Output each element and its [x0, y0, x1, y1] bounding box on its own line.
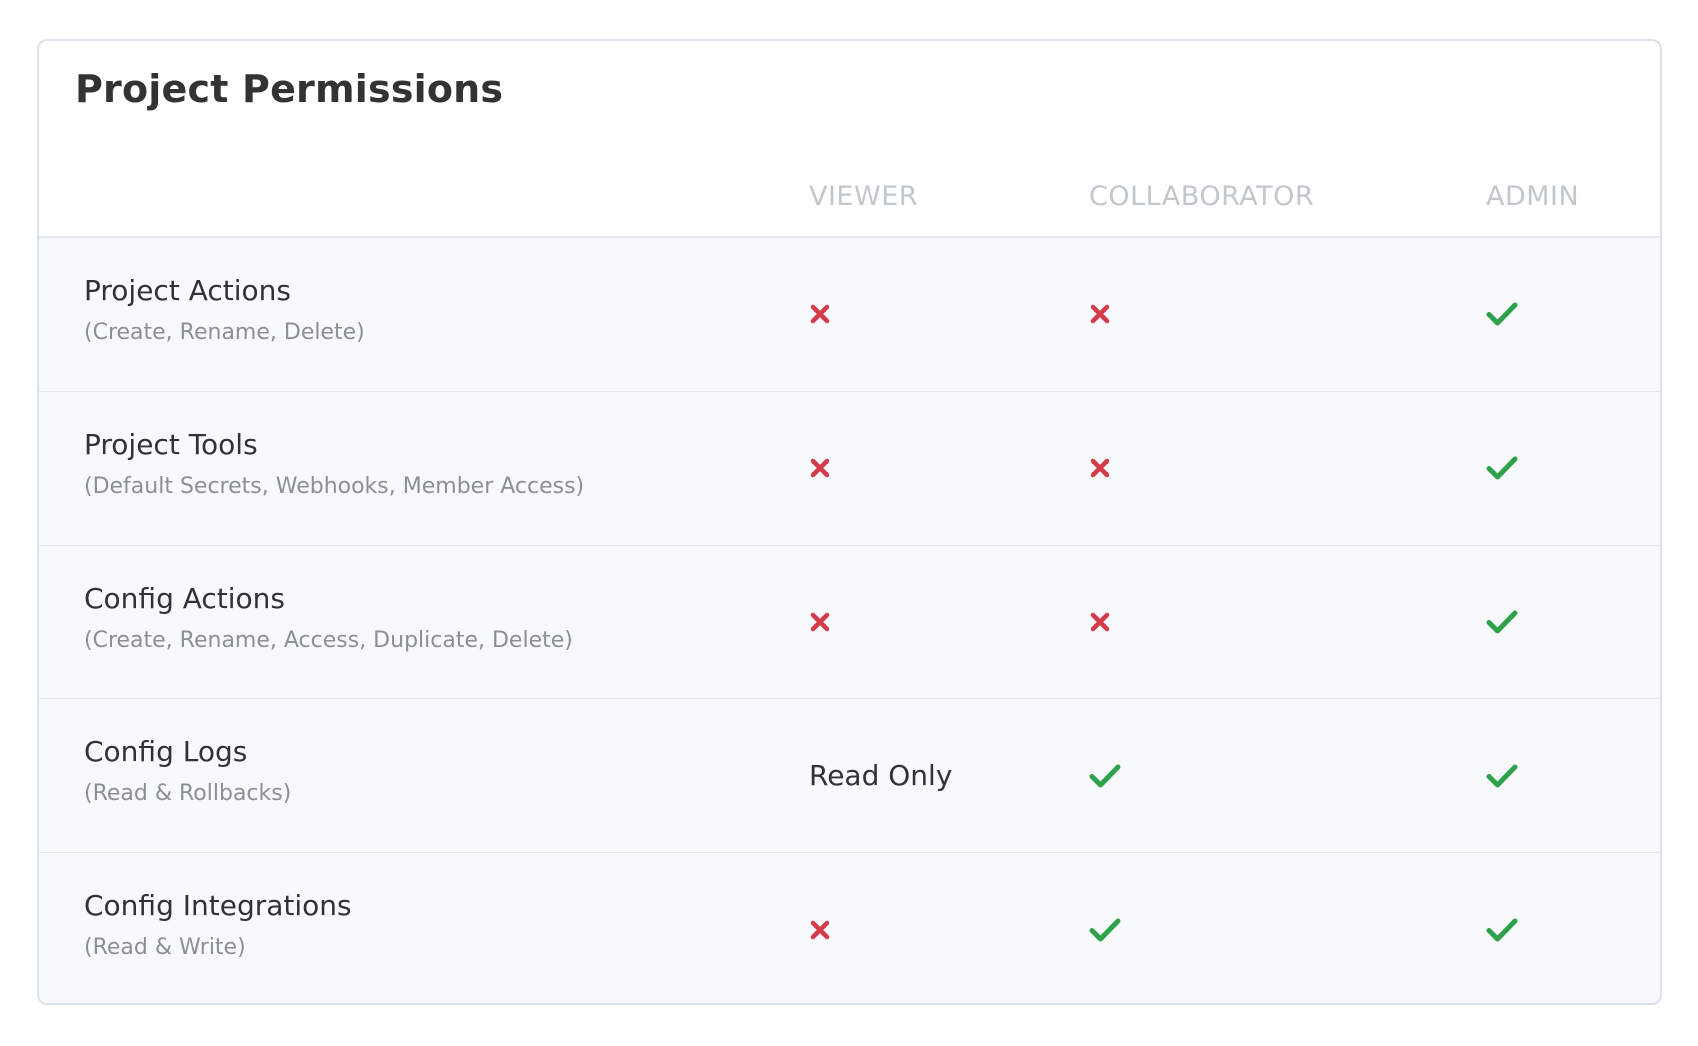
permission-name: Config Actions [84, 581, 286, 615]
collaborator-cell [1089, 238, 1111, 391]
collaborator-cell [1089, 392, 1111, 545]
permission-detail: (Create, Rename, Access, Duplicate, Dele… [84, 627, 573, 653]
check-icon [1486, 763, 1518, 789]
permission-row-config-logs: Config Logs (Read & Rollbacks) Read Only [39, 699, 1660, 854]
permission-name: Config Integrations [84, 889, 352, 923]
permissions-card: Project Permissions VIEWER COLLABORATOR … [37, 39, 1662, 1005]
admin-cell [1486, 546, 1518, 699]
collaborator-cell [1089, 699, 1121, 852]
viewer-cell [809, 853, 831, 1003]
admin-cell [1486, 853, 1518, 1003]
permission-text: Read Only [809, 759, 953, 793]
admin-cell [1486, 392, 1518, 545]
viewer-cell: Read Only [809, 699, 952, 852]
check-icon [1486, 455, 1518, 481]
permission-detail: (Read & Rollbacks) [84, 781, 292, 807]
viewer-cell [809, 546, 831, 699]
check-icon [1486, 609, 1518, 635]
check-icon [1089, 763, 1121, 789]
column-header-viewer: VIEWER [809, 181, 919, 212]
permission-detail: (Default Secrets, Webhooks, Member Acces… [84, 473, 585, 499]
cross-icon [809, 919, 831, 941]
check-icon [1089, 917, 1121, 943]
cross-icon [1089, 457, 1111, 479]
permission-name: Config Logs [84, 735, 248, 769]
permission-name: Project Actions [84, 274, 291, 307]
permission-row-config-actions: Config Actions (Create, Rename, Access, … [39, 545, 1660, 700]
permission-row-config-integrations: Config Integrations (Read & Write) [39, 853, 1660, 1003]
cross-icon [809, 611, 831, 633]
collaborator-cell [1089, 546, 1111, 699]
column-header-admin: ADMIN [1486, 181, 1580, 212]
viewer-cell [809, 392, 831, 545]
check-icon [1486, 301, 1518, 327]
permission-name: Project Tools [84, 427, 258, 461]
cross-icon [1089, 303, 1111, 325]
permission-detail: (Create, Rename, Delete) [84, 320, 365, 345]
permission-detail: (Read & Write) [84, 935, 246, 961]
cross-icon [809, 303, 831, 325]
page-title: Project Permissions [75, 67, 504, 111]
admin-cell [1486, 699, 1518, 852]
permission-row-project-actions: Project Actions (Create, Rename, Delete) [39, 238, 1660, 392]
check-icon [1486, 917, 1518, 943]
viewer-cell [809, 238, 831, 391]
collaborator-cell [1089, 853, 1121, 1003]
permissions-table: Project Actions (Create, Rename, Delete)… [39, 236, 1660, 1003]
cross-icon [1089, 611, 1111, 633]
column-header-collaborator: COLLABORATOR [1089, 181, 1315, 212]
permission-row-project-tools: Project Tools (Default Secrets, Webhooks… [39, 391, 1660, 546]
admin-cell [1486, 238, 1518, 391]
cross-icon [809, 457, 831, 479]
